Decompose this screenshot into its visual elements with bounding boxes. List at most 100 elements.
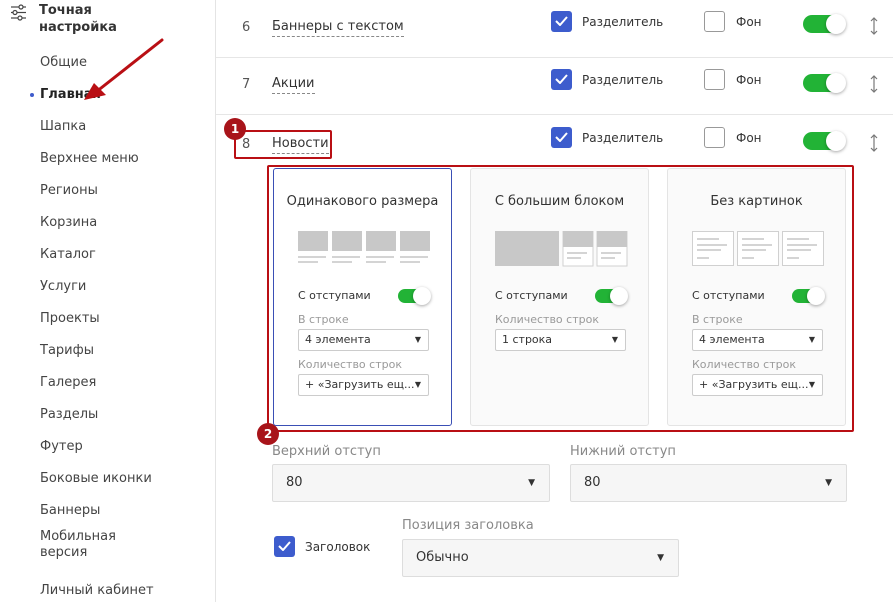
rows-count-label: Количество строк (692, 358, 796, 371)
sidebar: Точная настройка Общие Главная Шапка Вер… (0, 0, 216, 602)
sliders-icon (11, 4, 26, 21)
divider-checkbox[interactable] (551, 11, 572, 32)
background-checkbox[interactable] (704, 11, 725, 32)
layout-no-images-thumbnail-icon (692, 231, 824, 266)
annotation-box-1 (234, 130, 332, 159)
sidebar-item-catalog[interactable]: Каталог (0, 239, 215, 271)
divider-label: Разделитель (582, 131, 664, 145)
divider-label: Разделитель (582, 73, 664, 87)
sidebar-item-header[interactable]: Шапка (0, 111, 215, 143)
rows-count-label: Количество строк (298, 358, 402, 371)
sidebar-nav: Общие Главная Шапка Верхнее меню Регионы… (0, 47, 215, 602)
bottom-margin-value: 80 (584, 475, 601, 490)
check-icon (555, 74, 568, 84)
block-row: 7 Акции Разделитель Фон (216, 57, 893, 115)
caret-down-icon: ▼ (825, 478, 832, 488)
check-icon (278, 541, 291, 551)
caret-down-icon: ▼ (414, 335, 421, 344)
per-row-value: 4 элемента (305, 333, 371, 346)
bottom-margin-select[interactable]: 80 ▼ (570, 464, 847, 502)
rows-count-select[interactable]: + «Загрузить ещ... ▼ (692, 374, 823, 396)
top-margin-select[interactable]: 80 ▼ (272, 464, 550, 502)
check-icon (555, 132, 568, 142)
caret-down-icon: ▼ (657, 553, 664, 563)
sidebar-title: Точная настройка (39, 3, 117, 35)
enable-toggle[interactable] (803, 131, 846, 151)
card-title: С большим блоком (494, 194, 625, 209)
sidebar-item-regions[interactable]: Регионы (0, 175, 215, 207)
background-label: Фон (736, 15, 762, 29)
background-label: Фон (736, 131, 762, 145)
sidebar-item-mobile[interactable]: Мобильная версия (0, 527, 215, 575)
rows-count-value: 1 строка (502, 333, 553, 346)
sidebar-item-projects[interactable]: Проекты (0, 303, 215, 335)
padding-label: С отступами (495, 289, 568, 302)
heading-position-label: Позиция заголовка (402, 518, 534, 533)
drag-handle-icon[interactable] (870, 134, 878, 152)
rows-count-value: + «Загрузить ещ... (699, 378, 809, 391)
layout-big-block-thumbnail-icon (495, 231, 628, 267)
divider-checkbox[interactable] (551, 69, 572, 90)
caret-down-icon: ▼ (528, 478, 535, 488)
row-number: 6 (242, 20, 251, 35)
sidebar-item-footer[interactable]: Футер (0, 431, 215, 463)
caret-down-icon: ▼ (808, 335, 815, 344)
per-row-select[interactable]: 4 элемента ▼ (298, 329, 429, 351)
rows-count-value: + «Загрузить ещ... (305, 378, 415, 391)
background-checkbox[interactable] (704, 69, 725, 90)
layout-card-big-block[interactable]: С большим блоком С отступами Количество … (470, 168, 649, 426)
sidebar-item-banners[interactable]: Баннеры (0, 495, 215, 527)
bottom-margin-label: Нижний отступ (570, 444, 676, 459)
padding-label: С отступами (692, 289, 765, 302)
caret-down-icon: ▼ (808, 380, 815, 389)
background-checkbox[interactable] (704, 127, 725, 148)
card-title: Без картинок (710, 194, 803, 209)
heading-checkbox[interactable] (274, 536, 295, 557)
block-row: 6 Баннеры с текстом Разделитель Фон (216, 0, 893, 58)
layout-equal-thumbnail-icon (298, 231, 430, 263)
heading-position-value: Обычно (416, 550, 469, 565)
rows-count-select[interactable]: 1 строка ▼ (495, 329, 626, 351)
per-row-select[interactable]: 4 элемента ▼ (692, 329, 823, 351)
sidebar-item-sections[interactable]: Разделы (0, 399, 215, 431)
per-row-label: В строке (692, 313, 743, 326)
row-name-link[interactable]: Баннеры с текстом (272, 20, 404, 37)
drag-handle-icon[interactable] (870, 17, 878, 35)
divider-checkbox[interactable] (551, 127, 572, 148)
card-title: Одинакового размера (286, 194, 439, 209)
sidebar-header: Точная настройка (10, 2, 159, 36)
padding-label: С отступами (298, 289, 371, 302)
annotation-arrow-icon (84, 38, 164, 100)
annotation-badge-2: 2 (257, 423, 279, 445)
rows-count-label: Количество строк (495, 313, 599, 326)
enable-toggle[interactable] (803, 14, 846, 34)
row-name-link[interactable]: Акции (272, 77, 315, 94)
per-row-label: В строке (298, 313, 349, 326)
padding-toggle[interactable] (792, 287, 825, 305)
enable-toggle[interactable] (803, 73, 846, 93)
sidebar-item-cart[interactable]: Корзина (0, 207, 215, 239)
rows-count-select[interactable]: + «Загрузить ещ... ▼ (298, 374, 429, 396)
top-margin-label: Верхний отступ (272, 444, 381, 459)
layout-card-equal-size[interactable]: Одинакового размера С отступами В строке… (273, 168, 452, 426)
sidebar-item-services[interactable]: Услуги (0, 271, 215, 303)
padding-toggle[interactable] (398, 287, 431, 305)
layout-card-no-images[interactable]: Без картинок С отступами В строке 4 элем… (667, 168, 846, 426)
background-label: Фон (736, 73, 762, 87)
sidebar-item-gallery[interactable]: Галерея (0, 367, 215, 399)
sidebar-item-side-icons[interactable]: Боковые иконки (0, 463, 215, 495)
sidebar-item-account[interactable]: Личный кабинет (0, 575, 215, 602)
annotation-badge-1: 1 (224, 118, 246, 140)
heading-label: Заголовок (305, 540, 371, 554)
caret-down-icon: ▼ (414, 380, 421, 389)
top-margin-value: 80 (286, 475, 303, 490)
sidebar-item-top-menu[interactable]: Верхнее меню (0, 143, 215, 175)
row-number: 7 (242, 77, 251, 92)
check-icon (555, 16, 568, 26)
drag-handle-icon[interactable] (870, 75, 878, 93)
heading-position-select[interactable]: Обычно ▼ (402, 539, 679, 577)
divider-label: Разделитель (582, 15, 664, 29)
padding-toggle[interactable] (595, 287, 628, 305)
per-row-value: 4 элемента (699, 333, 765, 346)
sidebar-item-tariffs[interactable]: Тарифы (0, 335, 215, 367)
